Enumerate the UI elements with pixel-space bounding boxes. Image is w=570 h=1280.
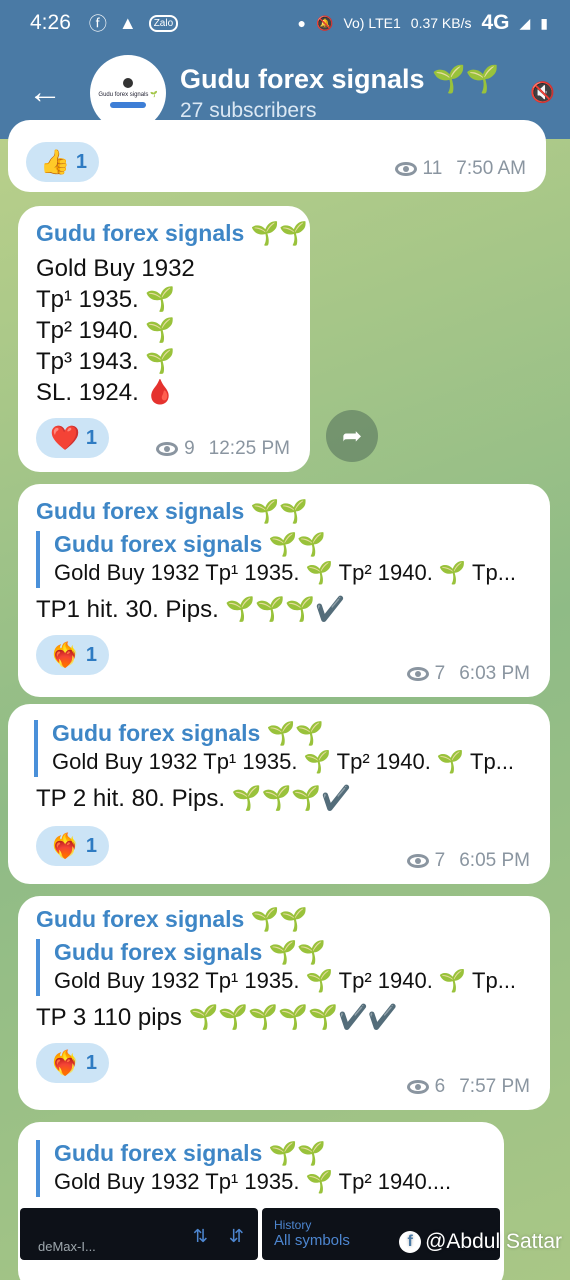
muted-speaker-icon: 🔇 — [530, 82, 555, 104]
message-meta: 7 6:05 PM — [406, 850, 530, 872]
view-count: 9 — [184, 438, 195, 459]
sender-name: Gudu forex signals 🌱🌱 — [36, 906, 308, 932]
preview-left-label: deMax-I... — [38, 1239, 96, 1254]
zalo-icon: Zalo — [148, 14, 179, 32]
reaction-count: 1 — [85, 643, 98, 666]
preview-left: ⇅ ⇵ deMax-I... — [20, 1208, 258, 1260]
message-time: 12:25 PM — [208, 438, 290, 459]
message-meta: 11 7:50 AM — [394, 158, 526, 180]
reply-quote[interactable]: Gudu forex signals 🌱🌱 Gold Buy 1932 Tp¹ … — [36, 939, 534, 996]
quote-sender: Gudu forex signals 🌱🌱 — [54, 531, 326, 557]
message-time: 7:57 PM — [459, 1076, 530, 1097]
view-count: 11 — [422, 158, 443, 179]
views-icon — [406, 1080, 429, 1094]
battery-icon: ▮ — [540, 14, 548, 31]
reaction-chip[interactable]: ❤️‍🔥 1 — [36, 826, 110, 866]
message-bubble[interactable]: Gudu forex signals 🌱🌱 Gold Buy 1932 Tp¹ … — [18, 206, 310, 472]
message-bubble[interactable]: Gudu forex signals 🌱🌱 Gold Buy 1932 Tp¹ … — [8, 704, 550, 884]
heart-on-fire-icon: ❤️‍🔥 — [50, 1049, 80, 1077]
quote-text: Gold Buy 1932 Tp¹ 1935. 🌱 Tp² 1940. 🌱 Tp… — [54, 560, 517, 585]
reaction-chip[interactable]: ❤️ 1 — [36, 418, 110, 458]
message-text: TP 3 110 pips 🌱🌱🌱🌱🌱✔️✔️ — [36, 1004, 398, 1031]
message-time: 6:05 PM — [459, 850, 530, 871]
subscriber-count: 27 subscribers — [180, 98, 317, 122]
message-meta: 6 7:57 PM — [406, 1076, 530, 1098]
facebook-logo-icon: f — [399, 1231, 422, 1253]
lte-label: Vo) LTE1 — [343, 15, 401, 31]
heart-icon: ❤️ — [50, 424, 80, 452]
message-meta: 9 12:25 PM — [156, 438, 290, 460]
swap-icon: ⇵ — [228, 1226, 244, 1246]
message-line: Tp³ 1943. 🌱 — [36, 348, 176, 375]
message-line: SL. 1924. 🩸 — [36, 379, 176, 406]
facebook-icon: ⓕ — [88, 14, 107, 34]
views-icon — [406, 854, 429, 868]
quote-sender: Gudu forex signals 🌱🌱 — [54, 939, 326, 965]
message-meta: 7 6:03 PM — [406, 663, 530, 685]
message-line: Tp¹ 1935. 🌱 — [36, 286, 176, 313]
quote-sender: Gudu forex signals 🌱🌱 — [52, 720, 324, 746]
credit-watermark: f @Abdul Sattar — [399, 1230, 562, 1254]
signal-icon: ◢ — [519, 14, 531, 31]
heart-on-fire-icon: ❤️‍🔥 — [50, 832, 80, 860]
message-line: Gold Buy 1932 — [36, 255, 195, 282]
message-time: 7:50 AM — [456, 158, 526, 179]
reaction-count: 1 — [85, 426, 98, 449]
reply-quote[interactable]: Gudu forex signals 🌱🌱 Gold Buy 1932 Tp¹ … — [34, 720, 534, 777]
alert-icon: ▲ — [118, 12, 137, 33]
message-line: Tp² 1940. 🌱 — [36, 317, 176, 344]
speed-label: 0.37 KB/s — [410, 15, 472, 31]
thumbs-up-icon: 👍 — [40, 148, 70, 176]
reply-quote[interactable]: Gudu forex signals 🌱🌱 Gold Buy 1932 Tp¹ … — [36, 531, 534, 588]
status-bar: 4:26 ⓕ ▲ Zalo ● 🔕 Vo) LTE1 0.37 KB/s 4G … — [0, 0, 570, 46]
status-time: 4:26 — [30, 11, 71, 34]
network-label: 4G — [481, 11, 510, 34]
message-bubble[interactable]: Gudu forex signals 🌱🌱 Gudu forex signals… — [18, 896, 550, 1110]
reaction-count: 1 — [75, 150, 88, 173]
reaction-count: 1 — [85, 834, 98, 857]
mute-bell-icon: 🔕 — [316, 14, 334, 31]
views-icon — [406, 667, 429, 681]
avatar-button-shape — [110, 101, 146, 108]
avatar-logo-icon — [123, 77, 133, 88]
heart-on-fire-icon: ❤️‍🔥 — [50, 641, 80, 669]
views-icon — [394, 162, 417, 176]
credit-text: @Abdul Sattar — [425, 1230, 562, 1253]
reaction-chip[interactable]: ❤️‍🔥 1 — [36, 1043, 110, 1083]
quote-text: Gold Buy 1932 Tp¹ 1935. 🌱 Tp² 1940.... — [54, 1169, 452, 1194]
message-text: TP1 hit. 30. Pips. 🌱🌱🌱✔️ — [36, 596, 345, 623]
channel-title: Gudu forex signals 🌱🌱 — [180, 63, 500, 94]
message-text: TP 2 hit. 80. Pips. 🌱🌱🌱✔️ — [36, 785, 352, 812]
view-count: 6 — [434, 1076, 446, 1097]
message-time: 6:03 PM — [459, 663, 530, 684]
reaction-chip[interactable]: 👍 1 — [26, 142, 100, 182]
quote-sender: Gudu forex signals 🌱🌱 — [54, 1140, 326, 1166]
reaction-count: 1 — [85, 1051, 98, 1074]
header-text[interactable]: Gudu forex signals 🌱🌱 27 subscribers — [180, 63, 530, 123]
quote-text: Gold Buy 1932 Tp¹ 1935. 🌱 Tp² 1940. 🌱 Tp… — [52, 749, 515, 774]
reaction-chip[interactable]: ❤️‍🔥 1 — [36, 635, 110, 675]
view-count: 7 — [434, 850, 446, 871]
message-bubble[interactable]: Gudu forex signals 🌱🌱 Gudu forex signals… — [18, 484, 550, 697]
views-icon — [156, 442, 179, 456]
message-bubble[interactable]: 👍 1 11 7:50 AM — [8, 120, 546, 192]
reply-quote[interactable]: Gudu forex signals 🌱🌱 Gold Buy 1932 Tp¹ … — [36, 1140, 488, 1197]
sort-icon: ⇅ — [192, 1226, 208, 1246]
view-count: 7 — [434, 663, 446, 684]
share-arrow-icon[interactable]: ➦ — [326, 410, 378, 462]
quote-text: Gold Buy 1932 Tp¹ 1935. 🌱 Tp² 1940. 🌱 Tp… — [54, 968, 517, 993]
sender-name: Gudu forex signals 🌱🌱 — [36, 220, 308, 246]
dot-icon: ● — [297, 15, 307, 31]
sender-name: Gudu forex signals 🌱🌱 — [36, 498, 308, 524]
avatar-text: Gudu forex signals 🌱 — [98, 91, 158, 98]
